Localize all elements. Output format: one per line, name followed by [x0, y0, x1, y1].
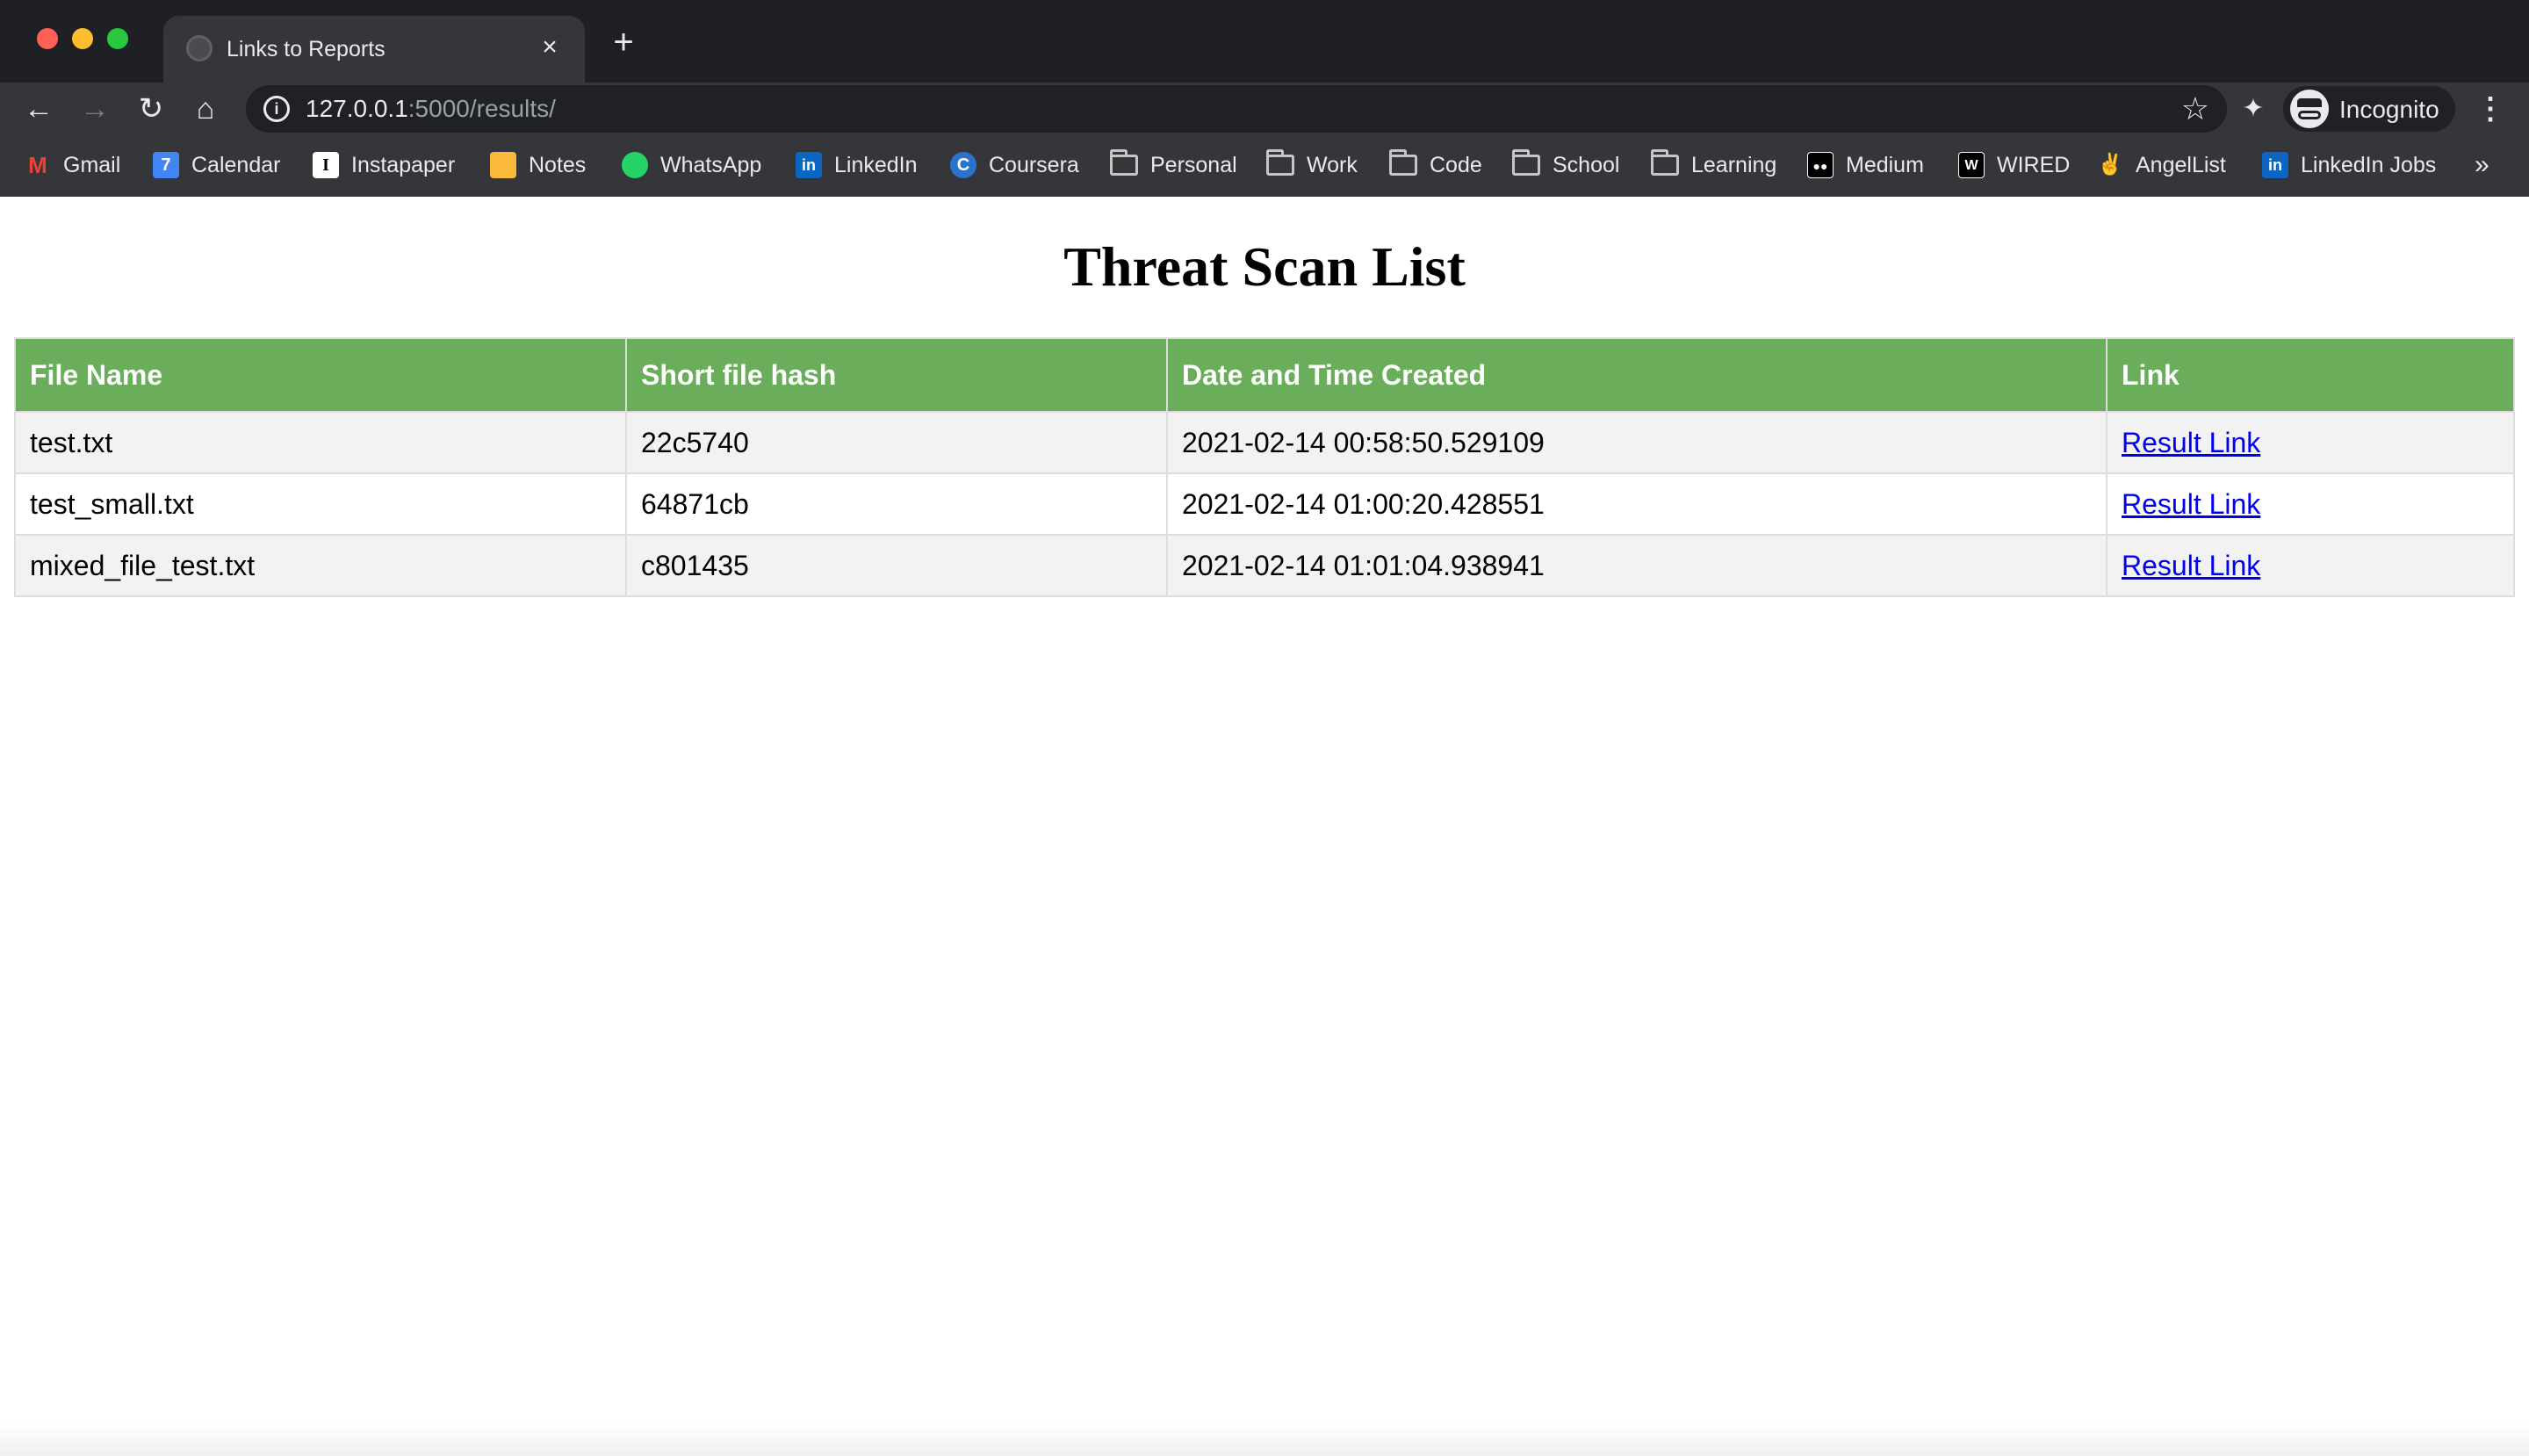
link-cell: Result Link — [2106, 472, 2515, 536]
bookmark-folder-learning[interactable]: Learning — [1651, 148, 1776, 183]
bookmark-gmail[interactable]: M Gmail — [25, 148, 120, 183]
kebab-menu-icon[interactable]: ⋮ — [2473, 90, 2508, 128]
created-cell: 2021-02-14 01:01:04.938941 — [1166, 534, 2108, 597]
bookmark-coursera[interactable]: C Coursera — [950, 148, 1079, 183]
bookmark-notes[interactable]: Notes — [490, 148, 586, 183]
folder-icon — [1389, 149, 1417, 176]
created-cell: 2021-02-14 00:58:50.529109 — [1166, 411, 2108, 474]
reload-icon[interactable]: ↻ — [132, 90, 170, 128]
bookmark-linkedin[interactable]: in LinkedIn — [796, 148, 918, 183]
incognito-icon — [2290, 90, 2329, 128]
link-cell: Result Link — [2106, 534, 2515, 597]
result-link[interactable]: Result Link — [2122, 427, 2260, 458]
file-name-cell: mixed_file_test.txt — [14, 534, 627, 597]
back-arrow-icon[interactable]: ← — [19, 90, 58, 128]
extensions-puzzle-icon[interactable]: ✦ — [2234, 90, 2273, 128]
bookmark-folder-school[interactable]: School — [1512, 148, 1619, 183]
calendar-icon: 7 — [153, 152, 179, 178]
bookmark-wired[interactable]: W WIRED — [1958, 148, 2070, 183]
bookmark-whatsapp[interactable]: WhatsApp — [622, 148, 761, 183]
toolbar: ← → ↻ ⌂ i 127.0.0.1:5000/results/ ☆ ✦ In… — [0, 83, 2529, 135]
table-row: test.txt 22c5740 2021-02-14 00:58:50.529… — [14, 411, 2515, 474]
instapaper-icon: I — [313, 152, 339, 178]
address-bar[interactable]: i 127.0.0.1:5000/results/ ☆ — [246, 85, 2227, 133]
page-content: Threat Scan List File Name Short file ha… — [0, 197, 2529, 1456]
new-tab-button[interactable]: + — [606, 25, 641, 60]
table-header-row: File Name Short file hash Date and Time … — [14, 337, 2515, 413]
whatsapp-icon — [622, 152, 648, 178]
folder-icon — [1651, 149, 1679, 176]
bookmark-star-icon[interactable]: ☆ — [2181, 90, 2209, 127]
globe-icon — [186, 35, 213, 61]
file-name-cell: test_small.txt — [14, 472, 627, 536]
hash-cell: c801435 — [625, 534, 1168, 597]
profile-label: Incognito — [2339, 96, 2439, 123]
window-bottom-shadow — [0, 1421, 2529, 1456]
wired-icon: W — [1958, 152, 1985, 178]
column-header-link: Link — [2106, 337, 2515, 413]
forward-arrow-icon[interactable]: → — [76, 90, 114, 128]
result-link[interactable]: Result Link — [2122, 550, 2260, 581]
bookmark-instapaper[interactable]: I Instapaper — [313, 148, 455, 183]
incognito-profile-button[interactable]: Incognito — [2283, 86, 2455, 132]
column-header-short-file-hash: Short file hash — [625, 337, 1168, 413]
folder-icon — [1266, 149, 1294, 176]
angellist-icon: ✌ — [2097, 153, 2123, 177]
url-text[interactable]: 127.0.0.1:5000/results/ — [306, 95, 556, 123]
table-row: test_small.txt 64871cb 2021-02-14 01:00:… — [14, 472, 2515, 536]
minimize-window-button[interactable] — [72, 28, 93, 49]
zoom-window-button[interactable] — [107, 28, 128, 49]
close-tab-icon[interactable]: × — [532, 30, 567, 65]
linkedin-icon: in — [796, 152, 822, 178]
bookmark-folder-work[interactable]: Work — [1266, 148, 1358, 183]
site-info-icon[interactable]: i — [263, 96, 290, 122]
bookmark-calendar[interactable]: 7 Calendar — [153, 148, 280, 183]
coursera-icon: C — [950, 152, 976, 178]
tab-title: Links to Reports — [227, 37, 385, 61]
column-header-file-name: File Name — [14, 337, 627, 413]
linkedin-icon: in — [2262, 152, 2288, 178]
bookmark-linkedin-jobs[interactable]: in LinkedIn Jobs — [2262, 148, 2436, 183]
threat-scan-table: File Name Short file hash Date and Time … — [14, 337, 2515, 597]
tab-strip: Links to Reports × + — [0, 0, 2529, 83]
browser-chrome: Links to Reports × + ← → ↻ ⌂ i 127.0.0.1… — [0, 0, 2529, 197]
link-cell: Result Link — [2106, 411, 2515, 474]
close-window-button[interactable] — [37, 28, 58, 49]
medium-icon: ●● — [1807, 152, 1834, 178]
created-cell: 2021-02-14 01:00:20.428551 — [1166, 472, 2108, 536]
bookmark-folder-code[interactable]: Code — [1389, 148, 1482, 183]
result-link[interactable]: Result Link — [2122, 488, 2260, 520]
folder-icon — [1110, 149, 1138, 176]
column-header-date-created: Date and Time Created — [1166, 337, 2108, 413]
notes-icon — [490, 152, 516, 178]
bookmarks-bar: M Gmail 7 Calendar I Instapaper Notes Wh… — [0, 135, 2529, 197]
page-title: Threat Scan List — [1063, 235, 1466, 298]
table-row: mixed_file_test.txt c801435 2021-02-14 0… — [14, 534, 2515, 597]
bookmark-angellist[interactable]: ✌ AngelList — [2097, 148, 2226, 183]
gmail-icon: M — [28, 152, 47, 178]
tab-links-to-reports[interactable]: Links to Reports × — [163, 16, 585, 83]
folder-icon — [1512, 149, 1540, 176]
bookmark-folder-personal[interactable]: Personal — [1110, 148, 1237, 183]
file-name-cell: test.txt — [14, 411, 627, 474]
bookmarks-overflow-chevron-icon[interactable]: » — [2475, 149, 2489, 181]
hash-cell: 64871cb — [625, 472, 1168, 536]
home-icon[interactable]: ⌂ — [186, 90, 225, 128]
bookmark-medium[interactable]: ●● Medium — [1807, 148, 1924, 183]
hash-cell: 22c5740 — [625, 411, 1168, 474]
